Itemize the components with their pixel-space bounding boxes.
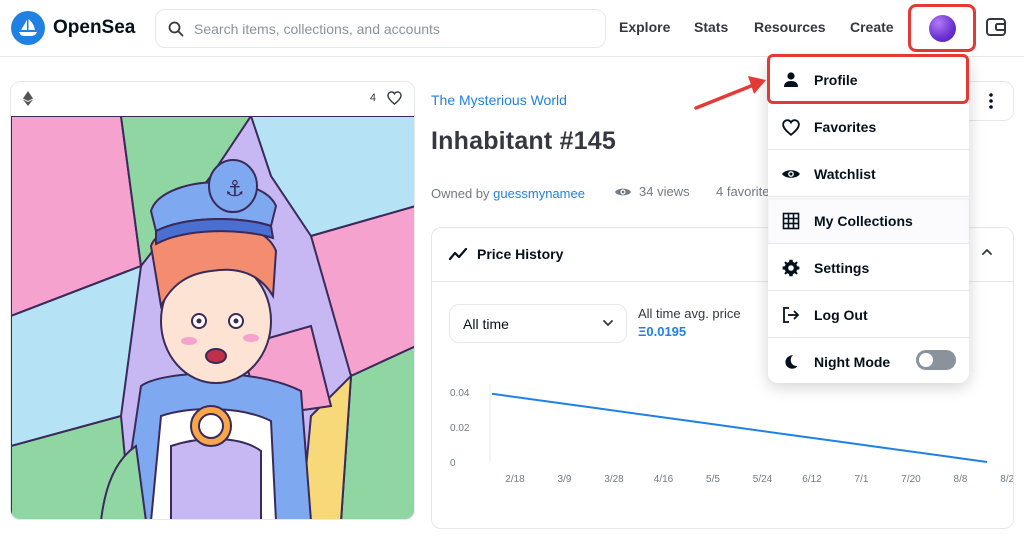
logout-icon — [781, 305, 801, 325]
menu-item-settings[interactable]: Settings — [768, 245, 969, 291]
avatar[interactable] — [928, 14, 956, 42]
heart-icon — [781, 117, 801, 137]
chevron-down-icon — [603, 320, 613, 327]
eye-icon — [615, 188, 631, 195]
x-tick-label: 3/9 — [558, 474, 572, 485]
moon-icon — [781, 352, 801, 372]
x-tick-label: 7/1 — [855, 474, 869, 485]
x-tick-label: 2/18 — [505, 474, 525, 485]
menu-item-label: Watchlist — [814, 166, 876, 182]
trending-icon — [448, 247, 468, 261]
ship-icon — [11, 11, 45, 45]
menu-item-label: Favorites — [814, 119, 877, 135]
menu-item-log-out[interactable]: Log Out — [768, 292, 969, 338]
chevron-up-icon[interactable] — [981, 246, 993, 258]
heart-icon[interactable] — [387, 91, 402, 105]
period-select-value: All time — [463, 315, 509, 332]
ethereum-icon — [23, 91, 33, 106]
favorites-label: 4 favorites — [716, 184, 769, 199]
collection-link[interactable]: The Mysterious World — [431, 92, 567, 108]
owned-by-label: Owned by — [431, 186, 490, 201]
period-select[interactable]: All time — [449, 304, 627, 343]
avatar-highlight-box — [908, 4, 976, 52]
menu-item-my-collections[interactable]: My Collections — [768, 198, 969, 244]
favorite-count: 4 — [369, 92, 376, 104]
menu-item-label: Night Mode — [814, 354, 891, 370]
views-label: 34 views — [639, 184, 690, 199]
owned-by: Owned by guessmynamee — [431, 186, 585, 201]
nav-resources[interactable]: Resources — [754, 19, 826, 35]
search-bar[interactable] — [155, 9, 606, 48]
nav-create[interactable]: Create — [850, 19, 894, 35]
search-icon — [168, 21, 184, 36]
menu-item-label: Settings — [814, 260, 870, 276]
nft-image-card: 4 ⚓ — [10, 81, 415, 520]
owner-link[interactable]: guessmynamee — [493, 186, 585, 201]
avg-price-label: All time avg. price — [638, 306, 741, 321]
x-tick-label: 5/24 — [753, 474, 773, 485]
gear-icon — [781, 258, 801, 278]
nav-explore[interactable]: Explore — [619, 19, 670, 35]
night-mode-toggle[interactable] — [916, 350, 956, 370]
y-tick-label: 0.02 — [450, 423, 470, 434]
x-tick-label: 7/20 — [901, 474, 921, 485]
wallet-icon[interactable] — [985, 16, 1007, 38]
grid-icon — [781, 211, 801, 231]
price-history-title: Price History — [477, 246, 564, 262]
menu-item-watchlist[interactable]: Watchlist — [768, 151, 969, 197]
menu-item-favorites[interactable]: Favorites — [768, 104, 969, 150]
price-series-line — [491, 392, 988, 463]
nav-stats[interactable]: Stats — [694, 19, 728, 35]
x-tick-label: 3/28 — [604, 474, 624, 485]
card-toolbar: 4 — [11, 82, 414, 116]
profile-dropdown-menu: Profile Favorites Watchlist My Collectio… — [768, 57, 969, 383]
eye-icon — [781, 164, 801, 184]
x-tick-label: 5/5 — [706, 474, 720, 485]
price-history-chart: 0.04 0.02 0 2/18 3/9 3/28 4/16 5/5 5/24 6/12 7/1 7/… — [450, 384, 1013, 485]
top-nav-bar: OpenSea Explore Stats Resources Create — [0, 0, 1024, 57]
favorites-count: 4 favorites — [709, 184, 769, 199]
svg-text:⚓: ⚓ — [225, 177, 245, 202]
menu-item-label: My Collections — [814, 213, 913, 229]
x-tick-label: 4/16 — [654, 474, 674, 485]
x-tick-label: 8/8 — [954, 474, 968, 485]
x-tick-label: 6/12 — [802, 474, 822, 485]
opensea-logo[interactable]: OpenSea — [11, 11, 135, 45]
y-tick-label: 0 — [450, 458, 456, 469]
annotation-arrow — [694, 76, 766, 110]
y-tick-label: 0.04 — [450, 388, 470, 399]
x-tick-label: 8/27 — [1000, 474, 1013, 485]
logo-text: OpenSea — [53, 17, 136, 38]
nft-artwork-image[interactable]: ⚓ — [11, 116, 415, 520]
avg-price-value: Ξ0.0195 — [638, 324, 687, 339]
profile-highlight-box — [767, 54, 969, 104]
search-input[interactable] — [194, 20, 594, 37]
views-count: 34 views — [614, 184, 690, 199]
item-title: Inhabitant #145 — [431, 127, 616, 155]
more-options-button[interactable] — [968, 81, 1014, 121]
more-vertical-icon — [989, 93, 993, 109]
menu-item-label: Log Out — [814, 307, 868, 323]
